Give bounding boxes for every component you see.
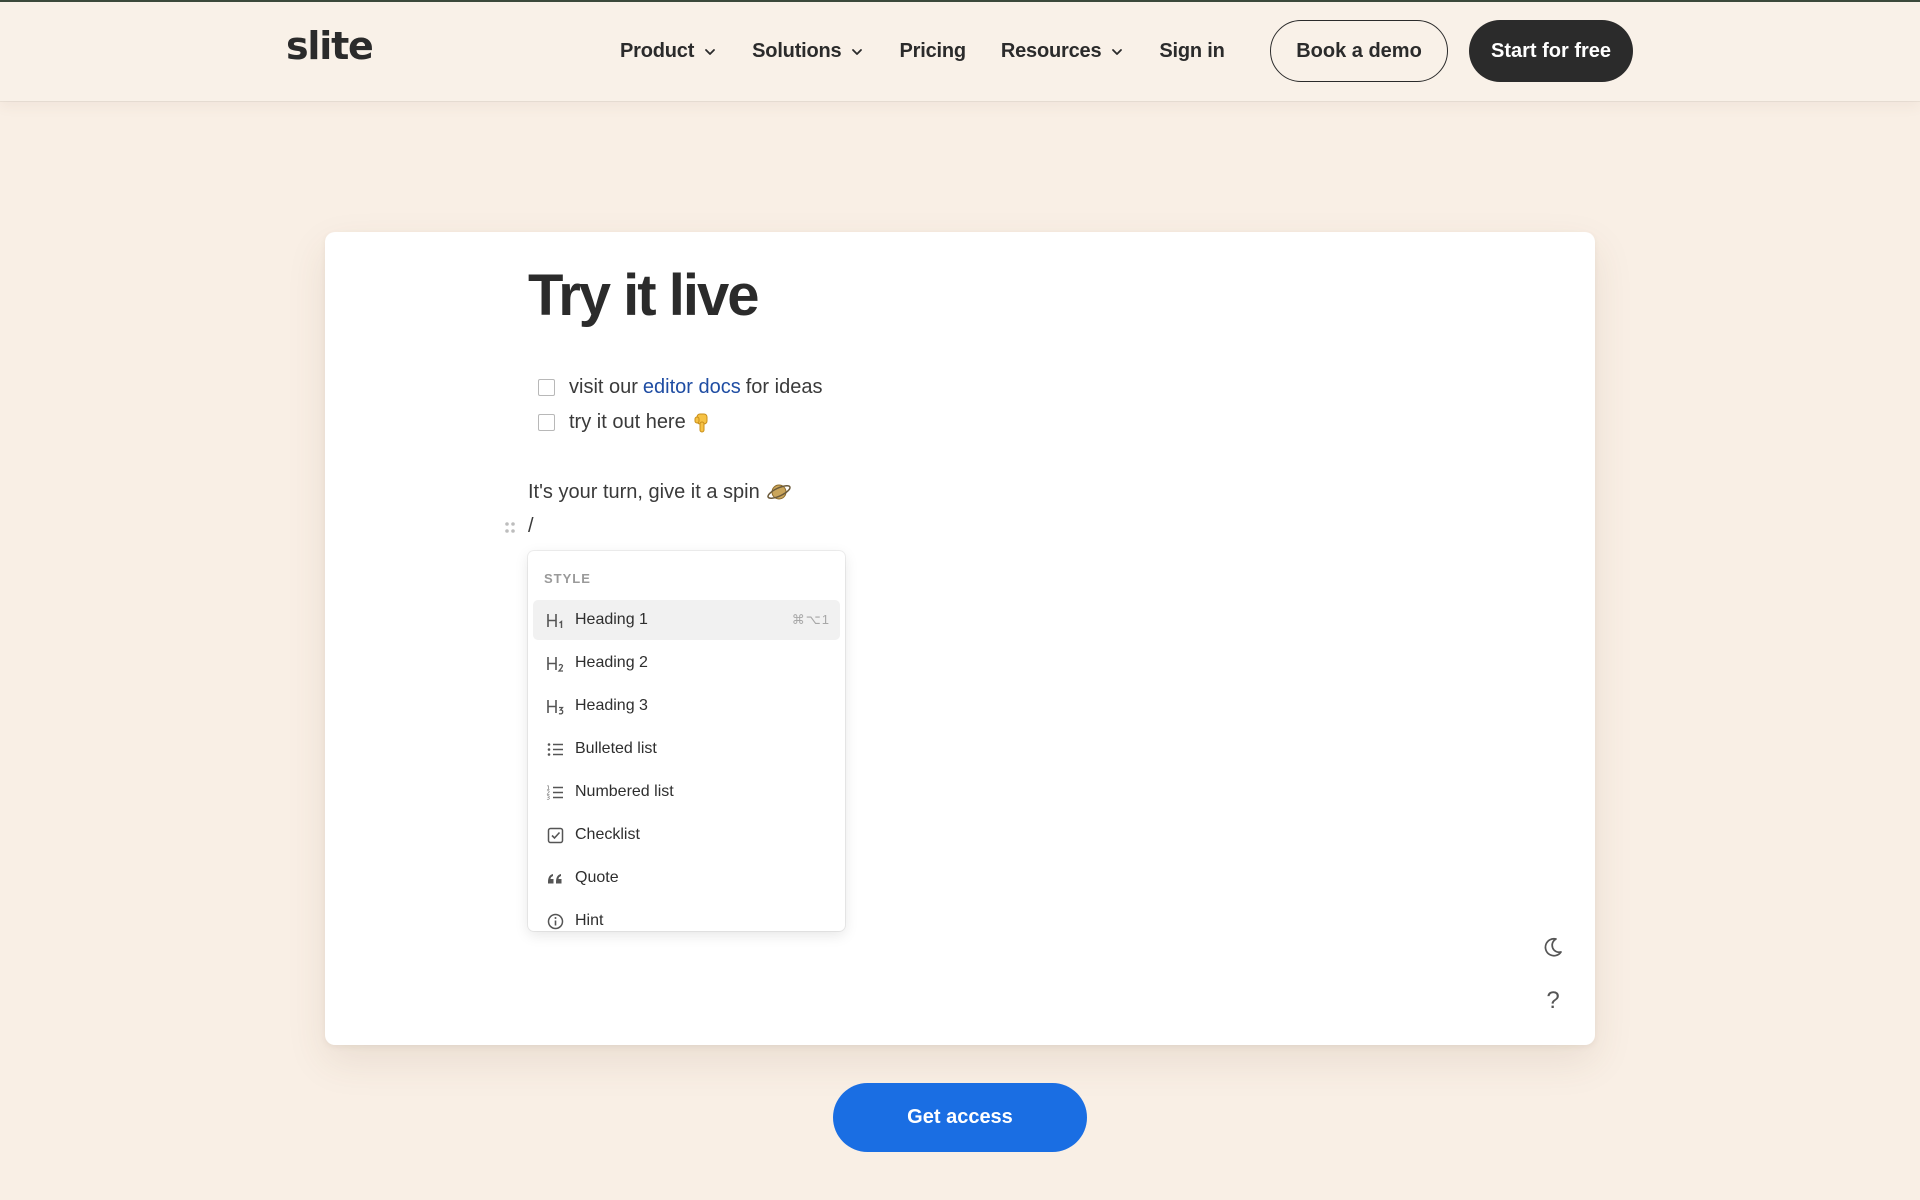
drag-handle-icon[interactable]	[503, 520, 517, 536]
site-header: slite Product Solutions Pricing Resource…	[0, 2, 1920, 101]
hint-icon	[547, 913, 564, 930]
editor-docs-link[interactable]: editor docs	[643, 376, 741, 399]
menu-item-label: Heading 1	[575, 611, 648, 628]
nav-pricing-label: Pricing	[899, 40, 966, 62]
bulleted-list-icon	[547, 743, 563, 756]
svg-text:3: 3	[547, 796, 551, 802]
numbered-list-icon: 1 2 3	[547, 786, 563, 802]
doc-title[interactable]: Try it live	[528, 262, 759, 329]
nav-solutions[interactable]: Solutions	[752, 40, 864, 63]
nav-resources[interactable]: Resources	[1001, 40, 1124, 63]
menu-item-label: Heading 3	[575, 697, 648, 714]
menu-item-hint[interactable]: Hint	[533, 901, 840, 931]
menu-item-label: Heading 2	[575, 654, 648, 671]
nav-sign-in-label: Sign in	[1159, 40, 1225, 62]
menu-item-label: Numbered list	[575, 783, 674, 800]
nav-resources-label: Resources	[1000, 40, 1102, 62]
nav-sign-in[interactable]: Sign in	[1159, 40, 1224, 63]
checklist-item: visit our editor docs for ideas	[538, 376, 822, 399]
book-demo-button[interactable]: Book a demo	[1270, 20, 1448, 82]
checklist-text-prefix[interactable]: visit our	[569, 376, 638, 399]
get-access-button[interactable]: Get access	[833, 1083, 1087, 1152]
heading-1-icon	[547, 614, 563, 628]
start-for-free-button[interactable]: Start for free	[1469, 20, 1633, 82]
chevron-down-icon	[705, 48, 716, 55]
nav-pricing[interactable]: Pricing	[899, 40, 966, 63]
slite-logo[interactable]: slite	[286, 24, 374, 68]
menu-item-label: Bulleted list	[575, 740, 657, 757]
heading-2-icon	[547, 657, 564, 672]
menu-item-heading-1[interactable]: Heading 1 ⌘⌥1	[533, 600, 840, 640]
checklist-icon	[547, 827, 564, 844]
heading-3-icon	[547, 700, 564, 715]
checklist-text-suffix[interactable]: for ideas	[746, 376, 823, 399]
checkbox[interactable]	[538, 414, 555, 431]
menu-item-bulleted-list[interactable]: Bulleted list	[533, 729, 840, 769]
slash-command-menu: STYLE Heading 1 ⌘⌥1 Heading 2 Heading 3	[528, 551, 845, 931]
nav-product[interactable]: Product	[620, 40, 717, 63]
slash-command-text[interactable]: /	[528, 515, 534, 538]
help-button[interactable]: ?	[1541, 987, 1565, 1017]
menu-item-heading-3[interactable]: Heading 3	[533, 686, 840, 726]
nav-solutions-label: Solutions	[752, 40, 842, 62]
menu-item-heading-2[interactable]: Heading 2	[533, 643, 840, 683]
paragraph-text: It's your turn, give it a spin	[528, 480, 760, 503]
moon-icon[interactable]	[1541, 935, 1565, 959]
ringed-planet-icon	[766, 480, 792, 504]
keyboard-shortcut: ⌘⌥1	[791, 612, 830, 627]
menu-item-label: Quote	[575, 869, 619, 886]
quote-icon	[548, 874, 562, 884]
menu-item-checklist[interactable]: Checklist	[533, 815, 840, 855]
nav-product-label: Product	[620, 40, 695, 62]
menu-item-quote[interactable]: Quote	[533, 858, 840, 898]
pointing-down-hand-icon	[692, 412, 712, 434]
main-nav: Product Solutions Pricing Resources Sign…	[620, 2, 1260, 101]
menu-item-label: Hint	[575, 912, 604, 929]
menu-item-label: Checklist	[575, 826, 640, 843]
chevron-down-icon	[852, 48, 863, 55]
menu-section-title: STYLE	[544, 571, 591, 586]
chevron-down-icon	[1112, 48, 1123, 55]
paragraph[interactable]: It's your turn, give it a spin	[528, 480, 792, 504]
checklist-text[interactable]: try it out here	[569, 411, 686, 434]
menu-item-numbered-list[interactable]: 1 2 3 Numbered list	[533, 772, 840, 812]
live-editor-card: Try it live visit our editor docs for id…	[325, 232, 1595, 1045]
checkbox[interactable]	[538, 379, 555, 396]
checklist-item: try it out here	[538, 411, 712, 434]
